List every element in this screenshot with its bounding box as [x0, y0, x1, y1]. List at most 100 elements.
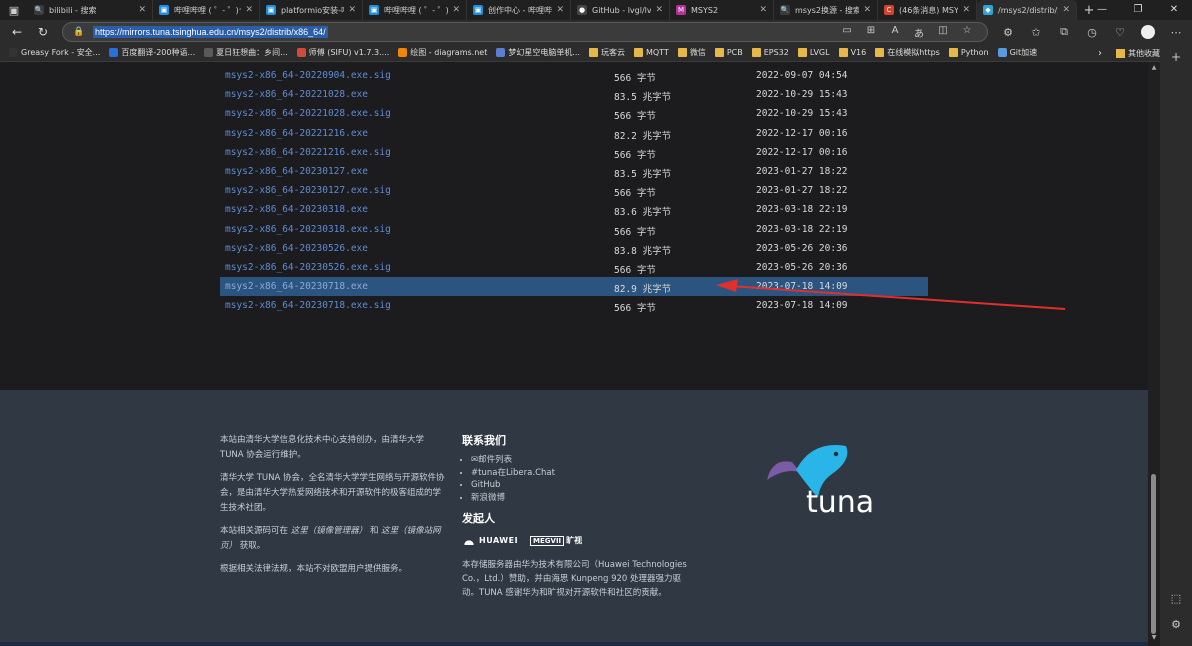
bookmark-item[interactable]: V16: [838, 48, 867, 57]
bookmark-item[interactable]: 绘图 - diagrams.net: [398, 47, 487, 58]
mirror-manager-link[interactable]: 这里（镜像管理器）: [291, 526, 368, 536]
tab[interactable]: ◆ /msys2/distrib/x86 ✕: [977, 0, 1077, 20]
megvii-logo[interactable]: MEGVII 旷视: [530, 535, 582, 546]
bookmark-item[interactable]: 玩客云: [588, 47, 625, 58]
tab[interactable]: M MSYS2 ✕: [670, 0, 774, 20]
read-aloud-icon[interactable]: ▭: [835, 25, 859, 40]
app-available-icon[interactable]: ⊞: [859, 25, 883, 40]
tab[interactable]: ▣ 哔哩哔哩 ( ゜- ゜)つ✕: [153, 0, 260, 20]
url-text[interactable]: https://mirrors.tuna.tsinghua.edu.cn/msy…: [93, 26, 328, 38]
tuna-icon: ◆: [983, 5, 993, 15]
contact-link[interactable]: #tuna在Libera.Chat: [471, 467, 692, 480]
sidebar-settings-icon[interactable]: ⚙: [1160, 618, 1192, 631]
file-name-link[interactable]: msys2-x86_64-20230526.exe.sig: [225, 262, 391, 273]
file-name-link[interactable]: msys2-x86_64-20230318.exe.sig: [225, 224, 391, 235]
tab[interactable]: ● GitHub - lvgl/lv_pla✕: [571, 0, 670, 20]
about-paragraph-2: 清华大学 TUNA 协会，全名清华大学学生网络与开源软件协会，是由清华大学热爱网…: [220, 473, 445, 513]
tab-close-icon[interactable]: ✕: [556, 5, 564, 15]
bookmark-item[interactable]: MQTT: [633, 48, 669, 57]
file-name-link[interactable]: msys2-x86_64-20220904.exe.sig: [225, 70, 391, 81]
file-name-link[interactable]: msys2-x86_64-20230127.exe: [225, 166, 368, 177]
sidebar-add-icon[interactable]: +: [1160, 50, 1192, 64]
read-mode-icon[interactable]: A: [883, 25, 907, 40]
tab-label: platformio安装-哔哩: [281, 5, 344, 15]
contact-link[interactable]: ✉邮件列表: [471, 454, 692, 467]
tab-actions-icon[interactable]: ▣: [0, 0, 28, 20]
minimize-icon[interactable]: —: [1084, 0, 1120, 20]
bookmark-item[interactable]: 百度翻译-200种语...: [109, 47, 195, 58]
scroll-up-icon[interactable]: ▲: [1150, 64, 1158, 71]
file-name-link[interactable]: msys2-x86_64-20221028.exe: [225, 89, 368, 100]
file-name-link[interactable]: msys2-x86_64-20230526.exe: [225, 243, 368, 254]
bookmark-item[interactable]: Git加速: [997, 47, 1037, 58]
scrollbar-thumb[interactable]: [1151, 474, 1156, 634]
restore-icon[interactable]: ❐: [1120, 0, 1156, 20]
file-name-link[interactable]: msys2-x86_64-20230718.exe.sig: [225, 300, 391, 311]
contact-list: ✉邮件列表#tuna在Libera.ChatGitHub新浪微博: [462, 454, 692, 504]
tab[interactable]: ▣ 哔哩哔哩 ( ゜- ゜)つ✕: [363, 0, 467, 20]
tab-close-icon[interactable]: ✕: [138, 5, 146, 15]
bookmark-item[interactable]: 师傅 (SIFU) v1.7.3....: [296, 47, 389, 58]
performance-icon[interactable]: ♡: [1106, 26, 1134, 39]
more-menu-icon[interactable]: ⋯: [1162, 26, 1190, 39]
history-icon[interactable]: ◷: [1078, 26, 1106, 39]
bookmark-item[interactable]: 梦幻星空电脑单机...: [496, 47, 580, 58]
close-window-icon[interactable]: ✕: [1156, 0, 1192, 20]
bookmark-item[interactable]: Greasy Fork - 安全...: [9, 47, 100, 58]
profile-avatar[interactable]: [1141, 25, 1155, 39]
refresh-icon[interactable]: ↻: [30, 25, 56, 39]
bilibili-icon: ▣: [473, 5, 483, 15]
file-name-link[interactable]: msys2-x86_64-20230718.exe: [225, 281, 368, 292]
tab-close-icon[interactable]: ✕: [655, 5, 663, 15]
navigation-bar: ← ↻ 🔒 https://mirrors.tuna.tsinghua.edu.…: [0, 20, 1192, 44]
tab[interactable]: C (46条消息) MSYS2✕: [878, 0, 977, 20]
contact-link[interactable]: GitHub: [471, 479, 692, 492]
file-name-link[interactable]: msys2-x86_64-20230318.exe: [225, 204, 368, 215]
file-name-link[interactable]: msys2-x86_64-20230127.exe.sig: [225, 185, 391, 196]
bookmark-label: Python: [960, 48, 989, 57]
bookmark-item[interactable]: 在线模拟https: [875, 47, 940, 58]
tab-close-icon[interactable]: ✕: [759, 5, 767, 15]
lock-icon[interactable]: 🔒: [73, 27, 87, 37]
scroll-down-icon[interactable]: ▼: [1150, 634, 1158, 641]
tab-close-icon[interactable]: ✕: [1062, 5, 1070, 15]
favorites-icon[interactable]: ✩: [1022, 26, 1050, 39]
file-date: 2023-01-27 18:22: [756, 185, 848, 197]
favorite-star-icon[interactable]: ☆: [955, 25, 979, 40]
bookmark-item[interactable]: PCB: [714, 48, 743, 57]
file-name-link[interactable]: msys2-x86_64-20221216.exe.sig: [225, 147, 391, 158]
file-name-link[interactable]: msys2-x86_64-20221028.exe.sig: [225, 108, 391, 119]
tab-close-icon[interactable]: ✕: [962, 5, 970, 15]
tab-close-icon[interactable]: ✕: [245, 5, 253, 15]
split-screen-icon[interactable]: ◫: [931, 25, 955, 40]
bookmark-label: V16: [850, 48, 867, 57]
tab-close-icon[interactable]: ✕: [452, 5, 460, 15]
bookmark-item[interactable]: 微信: [677, 47, 706, 58]
bookmark-item[interactable]: LVGL: [797, 48, 830, 57]
huawei-logo[interactable]: HUAWEI: [462, 535, 518, 545]
page-scrollbar[interactable]: ▲ ▼: [1148, 62, 1160, 646]
collections-icon[interactable]: ⧉: [1050, 25, 1078, 39]
tab-close-icon[interactable]: ✕: [348, 5, 356, 15]
tab[interactable]: 🔍 msys2换源 - 搜索 ✕: [774, 0, 878, 20]
back-icon[interactable]: ←: [4, 25, 30, 39]
tab[interactable]: ▣ 创作中心 - 哔哩哔哩 ✕: [467, 0, 571, 20]
bookmark-label: 梦幻星空电脑单机...: [508, 48, 580, 57]
extensions-icon[interactable]: ⚙: [994, 26, 1022, 39]
bookmark-item[interactable]: EPS32: [751, 48, 789, 57]
file-name-link[interactable]: msys2-x86_64-20221216.exe: [225, 128, 368, 139]
address-bar[interactable]: 🔒 https://mirrors.tuna.tsinghua.edu.cn/m…: [62, 22, 988, 42]
bookmark-item[interactable]: Python: [948, 48, 989, 57]
translate-icon[interactable]: あ: [907, 25, 931, 40]
file-size: 566 字节: [614, 303, 656, 315]
bilibili-icon: ▣: [369, 5, 379, 15]
bookmarks-overflow-icon[interactable]: ›: [1098, 48, 1102, 59]
tab[interactable]: 🔍 bilibili - 搜索 ✕: [28, 0, 153, 20]
tab[interactable]: ▣ platformio安装-哔哩 ✕: [260, 0, 363, 20]
sidebar-screenshot-icon[interactable]: ⬚: [1160, 592, 1192, 605]
contact-link[interactable]: 新浪微博: [471, 492, 692, 505]
file-row: msys2-x86_64-20230718.exe 82.9 兆字节 2023-07…: [220, 277, 928, 297]
bookmark-item[interactable]: 夏日狂想曲：乡间...: [204, 47, 288, 58]
tab-close-icon[interactable]: ✕: [863, 5, 871, 15]
other-favorites[interactable]: › 其他收藏夹: [1098, 44, 1168, 62]
